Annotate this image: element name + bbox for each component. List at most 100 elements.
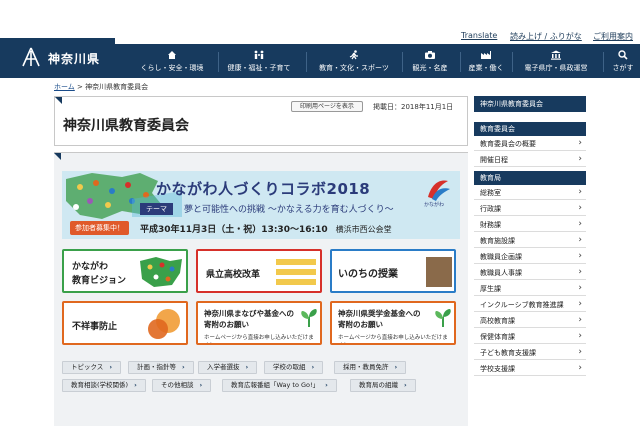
kanagawa-logo-icon bbox=[428, 180, 450, 201]
tag-broadcast-program[interactable]: 教育広報番組「Way to Go!」 bbox=[222, 379, 337, 392]
nav-item-search[interactable]: さがす bbox=[606, 44, 640, 78]
reform-stripe bbox=[276, 259, 316, 265]
furigana-link[interactable]: 読み上げ / ふりがな bbox=[510, 31, 582, 43]
family-icon bbox=[253, 50, 265, 60]
nav-divider bbox=[460, 52, 461, 72]
sprout-icon bbox=[435, 309, 451, 327]
factory-icon bbox=[480, 50, 492, 60]
nav-item-industry[interactable]: 産業・働く bbox=[463, 44, 509, 78]
event-banner[interactable]: かながわ かながわ人づくりコラボ2018 テーマ 夢と可能性への挑戦 〜かなえる… bbox=[62, 171, 460, 239]
tile-title: 不祥事防止 bbox=[72, 322, 118, 332]
sidebar-item-staff-personnel[interactable]: 教職員人事課 bbox=[474, 266, 586, 280]
nav-divider bbox=[402, 52, 403, 72]
tile-high-school-reform[interactable]: 県立高校改革 bbox=[196, 249, 322, 293]
nav-item-life[interactable]: くらし・安全・環境 bbox=[135, 44, 209, 78]
nav-label: くらし・安全・環境 bbox=[140, 63, 204, 72]
nav-label: 観光・名産 bbox=[412, 63, 448, 72]
vision-map-illustration bbox=[140, 257, 182, 287]
nav-label: 電子県庁・県政運営 bbox=[524, 63, 588, 72]
tag-topics[interactable]: トピックス bbox=[62, 361, 121, 374]
tag-admissions[interactable]: 入学者選抜 bbox=[198, 361, 258, 374]
nav-divider bbox=[603, 52, 604, 72]
tile-title: いのちの授業 bbox=[338, 269, 398, 280]
breadcrumb-separator: > bbox=[77, 83, 83, 91]
prefecture-emblem-icon bbox=[20, 47, 42, 69]
sidebar-item-overview[interactable]: 教育委員会の概要 bbox=[474, 137, 586, 151]
search-icon bbox=[617, 49, 629, 60]
site-logo[interactable]: 神奈川県 bbox=[0, 38, 115, 78]
tile-scholarship-fund[interactable]: 神奈川県奨学金基金への 寄附のお願い ホームページから直接お申し込みいただけます… bbox=[330, 301, 456, 345]
nav-item-tourism[interactable]: 観光・名産 bbox=[405, 44, 455, 78]
site-name: 神奈川県 bbox=[48, 51, 101, 66]
tag-other-consultation[interactable]: その他相談 bbox=[152, 379, 212, 392]
content-panel: かながわ かながわ人づくりコラボ2018 テーマ 夢と可能性への挑戦 〜かなえる… bbox=[54, 152, 468, 426]
banner-logo-text: かながわ bbox=[424, 202, 445, 208]
nav-item-health[interactable]: 健康・福祉・子育て bbox=[222, 44, 296, 78]
tag-bureau-organization[interactable]: 教育局の組織 bbox=[350, 379, 416, 392]
sidebar-item-child-support[interactable]: 子ども教育支援課 bbox=[474, 346, 586, 360]
sidebar-section-board: 教育委員会 bbox=[474, 122, 586, 136]
banner-title: かながわ人づくりコラボ2018 bbox=[156, 180, 371, 198]
tile-title: 県立高校改革 bbox=[206, 270, 261, 280]
reform-stripe bbox=[276, 269, 316, 275]
nav-divider bbox=[218, 52, 219, 72]
sidebar-item-facilities[interactable]: 教育施設課 bbox=[474, 234, 586, 248]
join-badge: 参加者募集中！ bbox=[70, 221, 129, 235]
tile-life-class[interactable]: いのちの授業 bbox=[330, 249, 456, 293]
tile-misconduct-prevention[interactable]: 不祥事防止 bbox=[62, 301, 188, 345]
sidebar-item-staff-planning[interactable]: 教職員企画課 bbox=[474, 250, 586, 264]
tile-title: 神奈川県まなびや基金への bbox=[204, 309, 294, 318]
tile-education-vision[interactable]: かながわ 教育ビジョン bbox=[62, 249, 188, 293]
tag-recruitment[interactable]: 採用・教員免許 bbox=[334, 361, 407, 374]
sidebar-item-schedule[interactable]: 開催日程 bbox=[474, 153, 586, 167]
tag-plans[interactable]: 計画・指針等 bbox=[128, 361, 194, 374]
sidebar-item-general-affairs[interactable]: 総務室 bbox=[474, 186, 586, 200]
tile-subtitle: 寄附のお願い bbox=[204, 320, 249, 329]
sidebar-item-high-school[interactable]: 高校教育課 bbox=[474, 314, 586, 328]
nav-item-education[interactable]: 教育・文化・スポーツ bbox=[310, 44, 398, 78]
corner-mark bbox=[54, 153, 61, 160]
sidebar-item-administration[interactable]: 行政課 bbox=[474, 202, 586, 216]
banner-date: 平成30年11月3日（土・祝）13:30〜16:10 横浜市西公会堂 bbox=[140, 222, 392, 235]
main-content: 印刷用ページを表示 掲載日：2018年11月1日 神奈川県教育委員会 かながわ … bbox=[54, 96, 468, 426]
tile-title: かながわ bbox=[72, 262, 109, 272]
corner-mark bbox=[55, 97, 62, 104]
sidebar-section-bureau: 教育局 bbox=[474, 171, 586, 185]
tile-note: ホームページから直接お申し込みいただけます！ bbox=[204, 335, 314, 341]
sidebar-item-welfare[interactable]: 厚生課 bbox=[474, 282, 586, 296]
sidebar-item-finance[interactable]: 財務課 bbox=[474, 218, 586, 232]
sidebar-item-inclusive[interactable]: インクルーシブ教育推進課 bbox=[474, 298, 586, 312]
banner-theme-label: テーマ bbox=[140, 203, 173, 215]
tile-manabiya-fund[interactable]: 神奈川県まなびや基金への 寄附のお願い ホームページから直接お申し込みいただけま… bbox=[196, 301, 322, 345]
print-button[interactable]: 印刷用ページを表示 bbox=[291, 101, 363, 112]
tag-school-initiatives[interactable]: 学校の取組 bbox=[264, 361, 324, 374]
banner-subtitle: 夢と可能性への挑戦 〜かなえる力を育む人づくり〜 bbox=[184, 205, 394, 215]
banner-event-info: 参加者募集中！ 平成30年11月3日（土・祝）13:30〜16:10 横浜市西公… bbox=[70, 221, 460, 237]
prevention-circles-illustration bbox=[148, 309, 180, 339]
nav-label: さがす bbox=[612, 63, 634, 72]
class-photo bbox=[426, 257, 452, 287]
page-title: 神奈川県教育委員会 bbox=[63, 118, 189, 134]
tile-title: 神奈川県奨学金基金への bbox=[338, 309, 421, 318]
tile-subtitle: 寄附のお願い bbox=[338, 320, 383, 329]
nav-label: 健康・福祉・子育て bbox=[227, 63, 291, 72]
nav-divider bbox=[512, 52, 513, 72]
breadcrumb-home[interactable]: ホーム bbox=[54, 83, 75, 91]
sidebar-top-link[interactable]: 神奈川県教育委員会 bbox=[474, 96, 586, 112]
camera-icon bbox=[424, 50, 436, 60]
tile-subtitle: 教育ビジョン bbox=[72, 276, 127, 286]
building-icon bbox=[550, 50, 562, 60]
nav-label: 教育・文化・スポーツ bbox=[319, 63, 389, 72]
page-header: 印刷用ページを表示 掲載日：2018年11月1日 神奈川県教育委員会 bbox=[54, 96, 468, 146]
sidebar-item-health-pe[interactable]: 保健体育課 bbox=[474, 330, 586, 344]
house-icon bbox=[166, 50, 178, 60]
translate-link[interactable]: Translate bbox=[461, 31, 497, 43]
published-date: 掲載日：2018年11月1日 bbox=[373, 103, 454, 111]
event-venue: 横浜市西公会堂 bbox=[335, 225, 392, 234]
tile-note: ホームページから直接お申し込みいただけます！ bbox=[338, 335, 448, 341]
runner-icon bbox=[348, 49, 360, 60]
tag-school-consultation[interactable]: 教育相談(学校関係) bbox=[62, 379, 146, 392]
nav-item-government[interactable]: 電子県庁・県政運営 bbox=[514, 44, 598, 78]
sidebar-item-school-support[interactable]: 学校支援課 bbox=[474, 362, 586, 376]
usage-link[interactable]: ご利用案内 bbox=[593, 31, 633, 43]
